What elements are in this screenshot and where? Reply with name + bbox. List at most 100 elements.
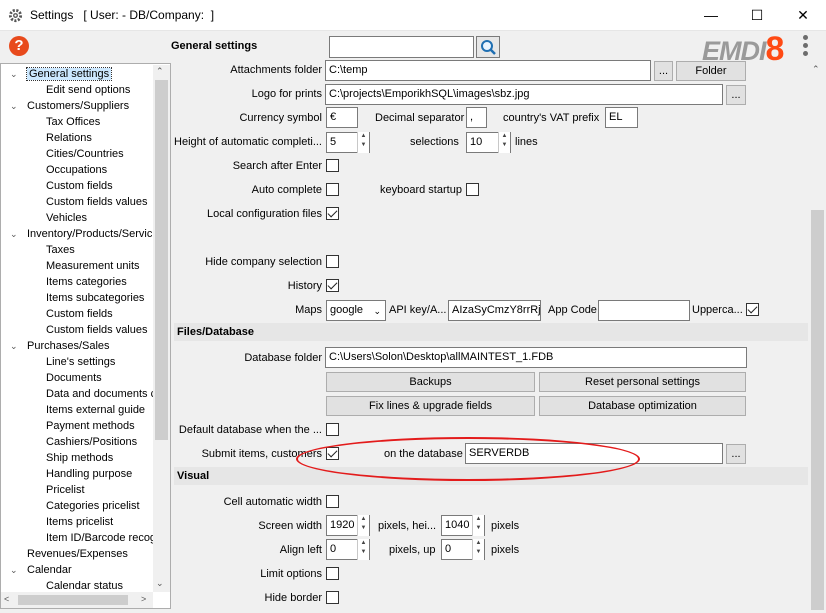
- tree-item[interactable]: Line's settings: [46, 354, 115, 370]
- tree-item[interactable]: Occupations: [46, 162, 107, 178]
- tree-item[interactable]: ⌄ Customers/Suppliers: [10, 98, 129, 114]
- tree-item[interactable]: Items subcategories: [46, 290, 144, 306]
- close-button[interactable]: ✕: [780, 0, 826, 31]
- selections-spin-arrows[interactable]: ▲ ▼: [498, 132, 510, 153]
- tree-item-label: Items external guide: [46, 404, 146, 416]
- tree-item[interactable]: Items categories: [46, 274, 127, 290]
- submit-items-checkbox[interactable]: [326, 447, 339, 460]
- history-checkbox[interactable]: [326, 279, 339, 292]
- tree-item[interactable]: Cashiers/Positions: [46, 434, 137, 450]
- expand-toggle-icon[interactable]: ⌄: [10, 66, 18, 82]
- api-key-field[interactable]: AIzaSyCmzY8rrRj: [448, 300, 541, 321]
- folder-button[interactable]: Folder: [676, 61, 746, 81]
- tree-item[interactable]: Revenues/Expenses: [27, 546, 128, 562]
- on-database-field[interactable]: SERVERDB: [465, 443, 723, 464]
- scroll-up-icon[interactable]: ⌃: [156, 66, 164, 77]
- tree-item[interactable]: Handling purpose: [46, 466, 132, 482]
- fix-lines-button[interactable]: Fix lines & upgrade fields: [326, 396, 535, 416]
- app-code-field[interactable]: [598, 300, 690, 321]
- tree-item-label: Calendar: [27, 564, 72, 576]
- scroll-right-icon[interactable]: >: [141, 594, 146, 604]
- tree-item[interactable]: Ship methods: [46, 450, 113, 466]
- maps-select[interactable]: google ⌄: [326, 300, 386, 321]
- tree-item-label: Measurement units: [46, 260, 140, 272]
- logo-browse-button[interactable]: ...: [726, 85, 746, 105]
- tree-item-label: Custom fields values: [46, 196, 148, 208]
- tree-item-label: General settings: [25, 67, 113, 81]
- tree-item[interactable]: Taxes: [46, 242, 75, 258]
- tree-hscroll-thumb[interactable]: [18, 595, 128, 605]
- tree-item[interactable]: Custom fields values: [46, 194, 148, 210]
- screen-height-spin-arrows[interactable]: ▲ ▼: [472, 515, 484, 536]
- tree-item[interactable]: Documents: [46, 370, 102, 386]
- history-label: History: [287, 280, 322, 292]
- tree-item[interactable]: ⌄ Purchases/Sales: [10, 338, 110, 354]
- cell-auto-width-checkbox[interactable]: [326, 495, 339, 508]
- tree-item[interactable]: Tax Offices: [46, 114, 100, 130]
- keyboard-startup-checkbox[interactable]: [466, 183, 479, 196]
- attachments-browse-button[interactable]: ...: [654, 61, 673, 81]
- currency-field[interactable]: €: [326, 107, 358, 128]
- tree-item[interactable]: ⌄ Inventory/Products/Servic: [10, 226, 152, 242]
- window-title: Settings [ User: - DB/Company: ]: [30, 8, 215, 22]
- search-after-enter-checkbox[interactable]: [326, 159, 339, 172]
- attachments-field[interactable]: C:\temp: [325, 60, 651, 81]
- selections-label: selections: [410, 136, 459, 148]
- limit-options-checkbox[interactable]: [326, 567, 339, 580]
- search-button[interactable]: [476, 36, 500, 58]
- more-options-icon[interactable]: [803, 35, 813, 59]
- tree-item-label: Items pricelist: [46, 516, 114, 528]
- maximize-button[interactable]: ☐: [734, 0, 780, 31]
- tree-item[interactable]: Categories pricelist: [46, 498, 140, 514]
- auto-complete-checkbox[interactable]: [326, 183, 339, 196]
- tree-item[interactable]: Custom fields values: [46, 322, 148, 338]
- hide-border-checkbox[interactable]: [326, 591, 339, 604]
- tree-item[interactable]: Edit send options: [46, 82, 130, 98]
- default-db-checkbox[interactable]: [326, 423, 339, 436]
- tree-item[interactable]: Cities/Countries: [46, 146, 124, 162]
- settings-scroll-thumb[interactable]: [811, 210, 824, 610]
- hide-company-checkbox[interactable]: [326, 255, 339, 268]
- scroll-down-icon[interactable]: ⌄: [156, 578, 164, 589]
- screen-width-spin-arrows[interactable]: ▲ ▼: [357, 515, 369, 536]
- db-folder-field[interactable]: C:\Users\Solon\Desktop\allMAINTEST_1.FDB: [325, 347, 747, 368]
- search-input[interactable]: [329, 36, 474, 58]
- decimal-field[interactable]: ,: [466, 107, 487, 128]
- tree-item[interactable]: ⌄ Calendar: [10, 562, 72, 578]
- tree-item[interactable]: Data and documents c: [46, 386, 156, 402]
- upperca-checkbox[interactable]: [746, 303, 759, 316]
- expand-toggle-icon[interactable]: ⌄: [10, 562, 18, 578]
- pixels-up-label: pixels, up: [389, 544, 436, 556]
- tree-item[interactable]: Custom fields: [46, 178, 113, 194]
- align-up-spin-arrows[interactable]: ▲ ▼: [472, 539, 484, 560]
- height-spin-arrows[interactable]: ▲ ▼: [357, 132, 369, 153]
- vat-prefix-field[interactable]: EL: [605, 107, 638, 128]
- expand-toggle-icon[interactable]: ⌄: [10, 338, 18, 354]
- expand-toggle-icon[interactable]: ⌄: [10, 98, 18, 114]
- tree-item[interactable]: Items external guide: [46, 402, 145, 418]
- tree-item[interactable]: Payment methods: [46, 418, 135, 434]
- tree-item[interactable]: Vehicles: [46, 210, 87, 226]
- local-config-checkbox[interactable]: [326, 207, 339, 220]
- on-database-browse-button[interactable]: ...: [726, 444, 746, 464]
- help-icon[interactable]: ?: [9, 36, 29, 56]
- tree-item[interactable]: Custom fields: [46, 306, 113, 322]
- scroll-left-icon[interactable]: <: [4, 594, 9, 604]
- align-left-spin-arrows[interactable]: ▲ ▼: [357, 539, 369, 560]
- tree-item[interactable]: Item ID/Barcode recog: [46, 530, 156, 546]
- tree-scroll-thumb[interactable]: [155, 80, 168, 440]
- tree-item-label: Vehicles: [46, 212, 87, 224]
- logo-field[interactable]: C:\projects\EmporikhSQL\images\sbz.jpg: [325, 84, 723, 105]
- tree-item[interactable]: Measurement units: [46, 258, 140, 274]
- database-optimization-button[interactable]: Database optimization: [539, 396, 746, 416]
- tree-item[interactable]: Relations: [46, 130, 92, 146]
- tree-item[interactable]: Pricelist: [46, 482, 85, 498]
- minimize-button[interactable]: —: [688, 0, 734, 31]
- tree-item[interactable]: ⌄ General settings: [10, 66, 113, 82]
- reset-personal-settings-button[interactable]: Reset personal settings: [539, 372, 746, 392]
- auto-complete-label: Auto complete: [251, 184, 322, 196]
- tree-item[interactable]: Items pricelist: [46, 514, 113, 530]
- backups-button[interactable]: Backups: [326, 372, 535, 392]
- scroll-up-icon[interactable]: ⌃: [812, 64, 820, 75]
- expand-toggle-icon[interactable]: ⌄: [10, 226, 18, 242]
